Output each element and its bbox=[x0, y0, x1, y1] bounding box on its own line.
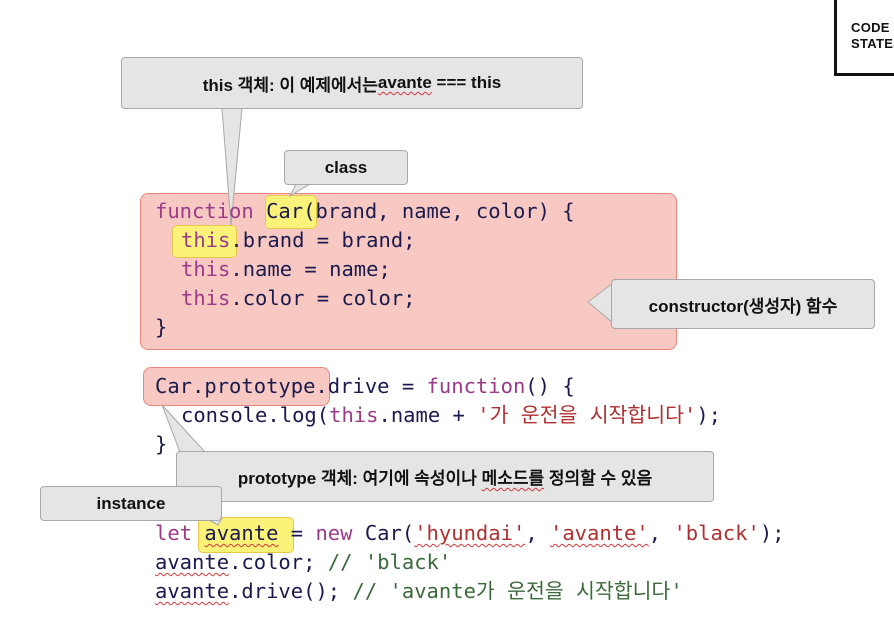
code-line-1: function Car(brand, name, color) { bbox=[155, 197, 575, 226]
prototype-object-callout: prototype 객체: 여기에 속성이나 메소드를 정의할 수 있음 bbox=[176, 451, 714, 502]
code-text: () { bbox=[525, 374, 575, 398]
code-line-10: avante.color; // 'black' bbox=[155, 548, 451, 577]
callout-text: constructor(생성자) 함수 bbox=[648, 296, 838, 316]
keyword: this bbox=[329, 403, 379, 427]
variable: avante bbox=[204, 521, 279, 545]
code-text: .brand = brand; bbox=[230, 228, 416, 252]
code-text: } bbox=[155, 432, 168, 456]
class-callout-tail bbox=[288, 183, 312, 198]
class-callout: class bbox=[284, 150, 408, 185]
string-literal: 'hyundai' bbox=[414, 521, 526, 545]
variable: avante bbox=[155, 550, 230, 574]
code-line-8: } bbox=[155, 430, 167, 459]
code-text: .color; bbox=[229, 550, 328, 574]
code-text: Car.prototype bbox=[155, 374, 316, 398]
callout-text: prototype 객체: 여기에 속성이나 bbox=[237, 469, 482, 488]
code-text: .color = color; bbox=[230, 286, 416, 310]
code-line-5: } bbox=[155, 313, 167, 342]
instance-callout: instance bbox=[40, 486, 222, 521]
keyword: new bbox=[315, 521, 353, 545]
code-text: ); bbox=[759, 521, 785, 545]
code-text: , bbox=[525, 521, 550, 545]
code-line-11: avante.drive(); // 'avante가 운전을 시작합니다' bbox=[155, 577, 683, 606]
code-text: (brand, name, color) { bbox=[303, 199, 575, 223]
code-line-7: console.log(this.name + '가 운전을 시작합니다'); bbox=[181, 401, 721, 430]
code-text: , bbox=[648, 521, 674, 545]
keyword: this bbox=[181, 228, 231, 252]
code-text: .name + bbox=[378, 403, 478, 427]
callout-text: this 객체: 이 예제에서는 bbox=[202, 75, 378, 95]
callout-text: === this bbox=[431, 73, 502, 92]
callout-text: 정의할 수 있음 bbox=[544, 469, 653, 488]
callout-text: 메소드를 bbox=[481, 469, 545, 488]
this-object-callout: this 객체: 이 예제에서는 avante === this bbox=[121, 57, 583, 109]
code-text: console.log( bbox=[181, 403, 330, 427]
code-text: .drive = bbox=[315, 374, 427, 398]
comment: // 'avante가 운전을 시작합니다' bbox=[352, 579, 683, 603]
keyword: this bbox=[181, 257, 231, 281]
keyword: function bbox=[426, 374, 526, 398]
keyword: let bbox=[155, 521, 193, 545]
code-line-4: this.color = color; bbox=[181, 284, 416, 313]
callout-text: avante bbox=[377, 73, 432, 92]
string-literal: '가 운전을 시작합니다' bbox=[477, 403, 697, 427]
code-text: ); bbox=[696, 403, 722, 427]
callout-text: instance bbox=[96, 493, 166, 513]
code-text: = bbox=[278, 521, 316, 545]
constructor-callout: constructor(생성자) 함수 bbox=[611, 279, 875, 329]
string-literal: 'avante' bbox=[550, 521, 649, 545]
comment: // 'black' bbox=[327, 550, 452, 574]
code-line-2: this.brand = brand; bbox=[181, 226, 416, 255]
string-literal: 'black' bbox=[673, 521, 760, 545]
keyword: this bbox=[181, 286, 231, 310]
constructor-callout-tail bbox=[587, 281, 614, 325]
code-text: } bbox=[155, 315, 168, 339]
variable: avante bbox=[155, 579, 230, 603]
code-text: .name = name; bbox=[230, 257, 391, 281]
code-line-3: this.name = name; bbox=[181, 255, 391, 284]
code-line-6: Car.prototype.drive = function() { bbox=[155, 372, 575, 401]
class-name: Car bbox=[266, 199, 304, 223]
code-line-9: let avante = new Car('hyundai', 'avante'… bbox=[155, 519, 785, 548]
keyword: function bbox=[155, 199, 254, 223]
code-text: .drive(); bbox=[229, 579, 353, 603]
code-text: Car( bbox=[352, 521, 415, 545]
callout-text: class bbox=[324, 157, 368, 177]
